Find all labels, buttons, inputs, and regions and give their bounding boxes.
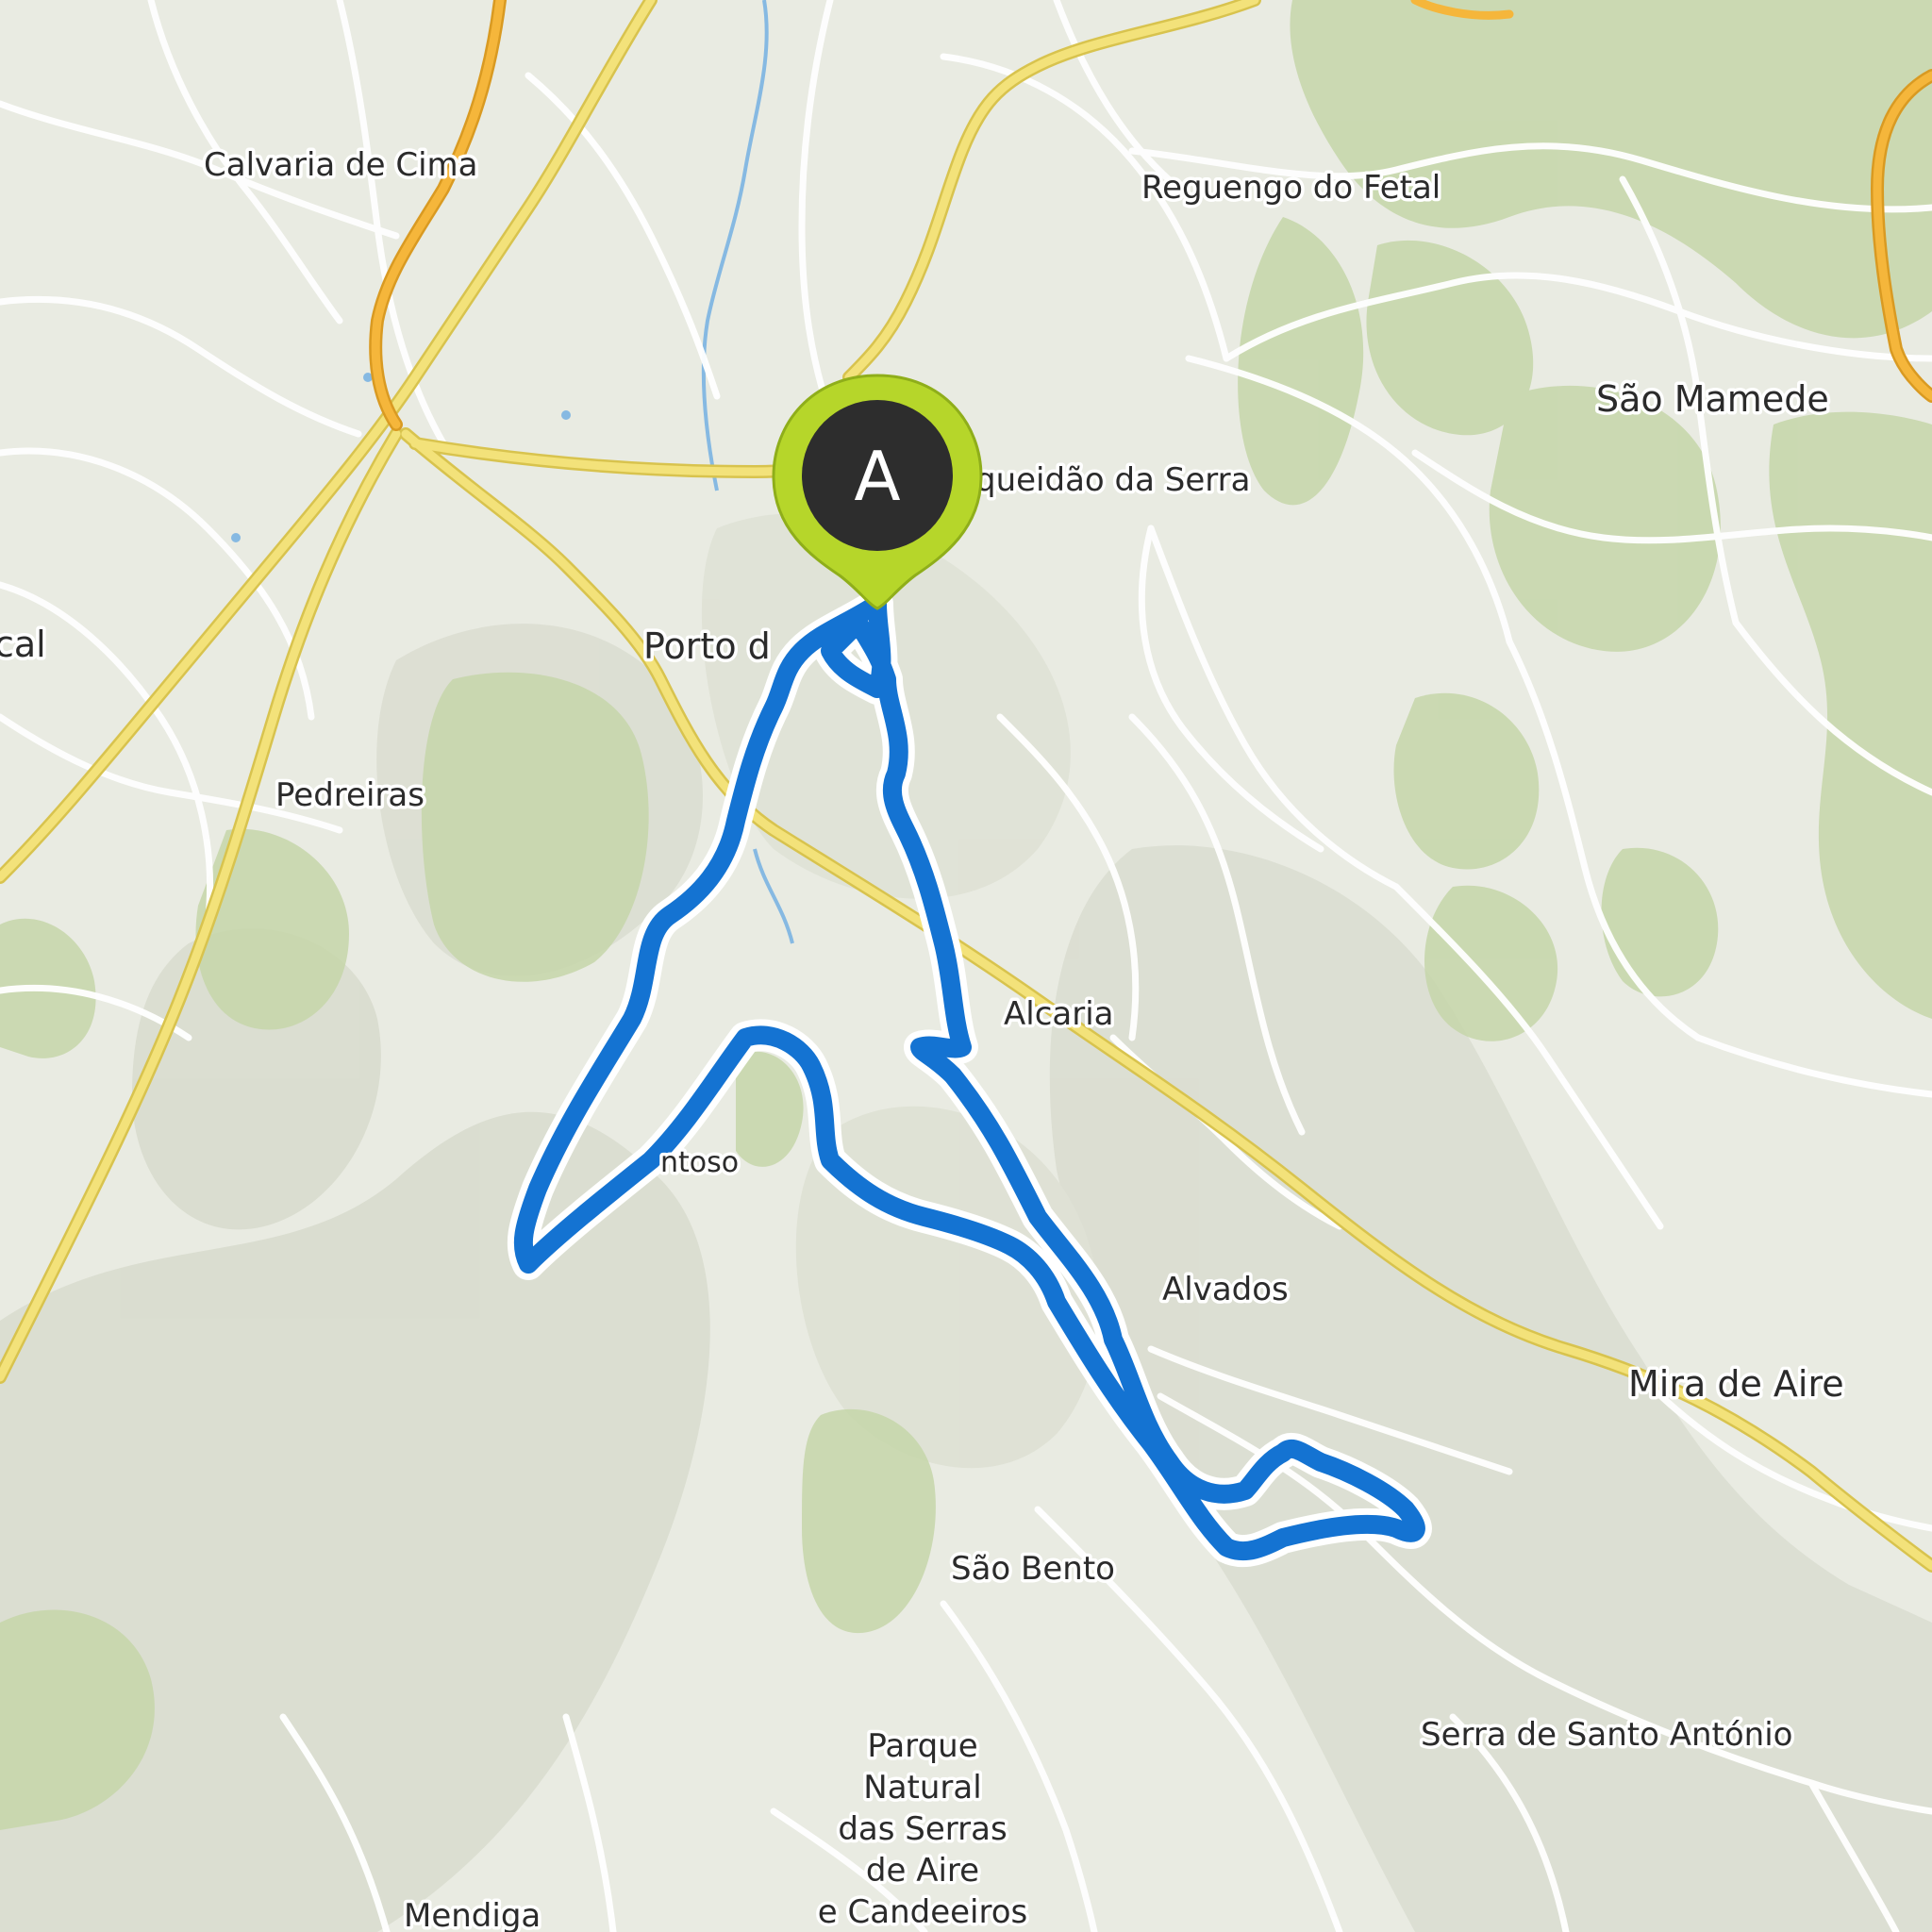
place-calvaria-de-cima: Calvaria de Cima [204,146,478,184]
start-marker-letter: A [854,437,900,516]
place-alvados: Alvados [1162,1271,1289,1308]
place-park-line-3: das Serras [838,1810,1007,1848]
place-park-line-5: e Candeeiros [818,1893,1027,1931]
place-serra-santo-antonio: Serra de Santo António [1421,1716,1792,1754]
place-pedreiras: Pedreiras [275,776,425,814]
place-mendiga: Mendiga [404,1897,541,1932]
place-mira-de-aire: Mira de Aire [1628,1363,1844,1405]
place-porto: Porto d [643,625,771,667]
place-west-edge: cal [0,624,46,665]
place-park-line-4: de Aire [866,1852,979,1890]
place-sao-mamede: São Mamede [1596,378,1829,420]
place-reguengo-do-fetal: Reguengo do Fetal [1141,169,1441,207]
place-park-line-1: Parque [867,1727,977,1765]
place-sao-bento: São Bento [951,1550,1115,1588]
map-canvas[interactable]: Calvaria de Cima Reguengo do Fetal São M… [0,0,1932,1932]
place-santoso: ntoso [660,1146,739,1179]
place-alcaria: Alcaria [1004,995,1114,1033]
place-arqueidao-da-serra: queidão da Serra [975,461,1250,499]
place-park-line-2: Natural [863,1769,981,1807]
